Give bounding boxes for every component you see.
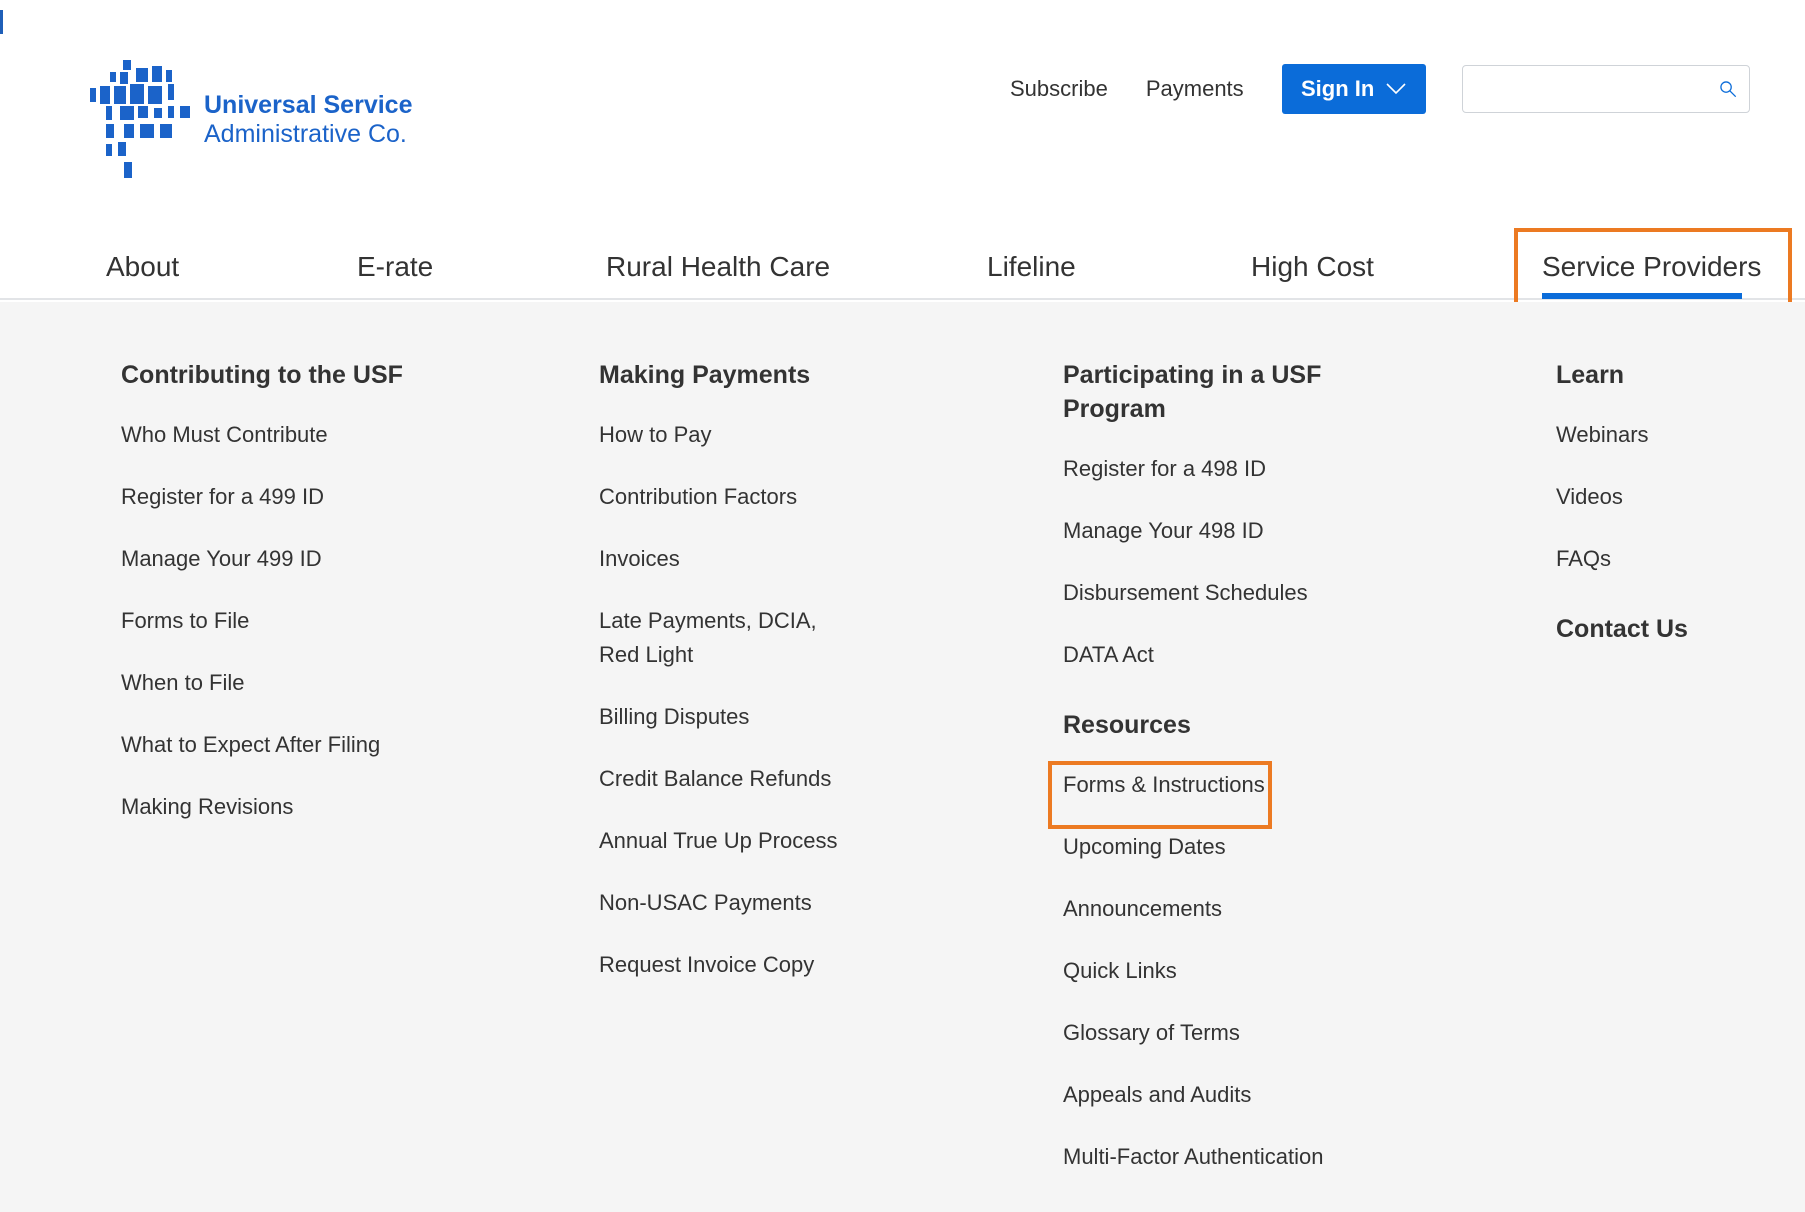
menu-link-disbursement-schedules[interactable]: Disbursement Schedules [1063,576,1353,610]
menu-link-announcements[interactable]: Announcements [1063,892,1353,926]
menu-link-data-act[interactable]: DATA Act [1063,638,1353,672]
menu-link-quick-links[interactable]: Quick Links [1063,954,1353,988]
payments-column: Making Payments How to Pay Contribution … [599,358,859,1010]
logo-text: Universal Service Administrative Co. [204,91,412,149]
sign-in-button[interactable]: Sign In [1281,64,1426,114]
menu-link-making-revisions[interactable]: Making Revisions [121,790,403,824]
nav-high-cost[interactable]: High Cost [1251,251,1374,283]
menu-link-when-to-file[interactable]: When to File [121,666,403,700]
nav-service-providers[interactable]: Service Providers [1542,251,1761,283]
learn-title: Learn [1556,361,1625,389]
menu-link-request-invoice-copy[interactable]: Request Invoice Copy [599,948,859,982]
learn-column: Learn Webinars Videos FAQs Contact Us [1556,358,1688,672]
contributing-column: Contributing to the USF Who Must Contrib… [121,358,403,852]
resources-title: Resources [1063,711,1191,739]
main-nav: About E-rate Rural Health Care Lifeline … [0,225,1805,300]
menu-link-non-usac-payments[interactable]: Non-USAC Payments [599,886,859,920]
menu-link-upcoming-dates[interactable]: Upcoming Dates [1063,830,1353,864]
menu-link-register-498[interactable]: Register for a 498 ID [1063,452,1353,486]
menu-link-faqs[interactable]: FAQs [1556,542,1688,576]
nav-e-rate[interactable]: E-rate [357,251,433,283]
menu-link-manage-499[interactable]: Manage Your 499 ID [121,542,403,576]
logo-line1: Universal Service [204,91,413,119]
sign-in-label: Sign In [1301,76,1375,101]
menu-link-glossary[interactable]: Glossary of Terms [1063,1016,1353,1050]
menu-link-how-to-pay[interactable]: How to Pay [599,418,859,452]
menu-link-what-to-expect[interactable]: What to Expect After Filing [121,728,403,762]
participating-column: Participating in a USF Program Register … [1063,358,1353,1202]
active-nav-underline [1542,293,1742,299]
menu-link-who-must-contribute[interactable]: Who Must Contribute [121,418,403,452]
search-icon[interactable] [1719,75,1737,103]
menu-link-contribution-factors[interactable]: Contribution Factors [599,480,859,514]
search-box [1461,65,1750,113]
subscribe-link[interactable]: Subscribe [1010,76,1108,102]
menu-link-annual-true-up[interactable]: Annual True Up Process [599,824,859,858]
menu-link-credit-balance-refunds[interactable]: Credit Balance Refunds [599,762,859,796]
nav-rural-health-care[interactable]: Rural Health Care [606,251,830,283]
page: Universal Service Administrative Co. Sub… [0,0,1805,1212]
participating-title: Participating in a USF Program [1063,361,1322,423]
logo-line2: Administrative Co. [204,120,407,148]
contact-us-link[interactable]: Contact Us [1556,612,1688,646]
menu-link-mfa[interactable]: Multi-Factor Authentication [1063,1140,1353,1174]
mega-menu: Contributing to the USF Who Must Contrib… [0,302,1805,1212]
nav-lifeline[interactable]: Lifeline [987,251,1076,283]
menu-link-forms-instructions[interactable]: Forms & Instructions [1063,768,1353,802]
payments-link[interactable]: Payments [1146,76,1244,102]
menu-link-invoices[interactable]: Invoices [599,542,859,576]
menu-link-webinars[interactable]: Webinars [1556,418,1688,452]
search-input[interactable] [1462,66,1719,112]
menu-link-forms-to-file[interactable]: Forms to File [121,604,403,638]
contributing-title: Contributing to the USF [121,361,403,389]
usac-logo-icon [90,60,190,178]
menu-link-manage-498[interactable]: Manage Your 498 ID [1063,514,1353,548]
payments-title: Making Payments [599,361,811,389]
nav-about[interactable]: About [106,251,179,283]
usac-logo-link[interactable]: Universal Service Administrative Co. [88,58,412,182]
menu-link-videos[interactable]: Videos [1556,480,1688,514]
menu-link-billing-disputes[interactable]: Billing Disputes [599,700,859,734]
chevron-down-icon [1386,83,1406,95]
menu-link-appeals-audits[interactable]: Appeals and Audits [1063,1078,1353,1112]
menu-link-late-payments[interactable]: Late Payments, DCIA, Red Light [599,604,859,672]
site-header: Universal Service Administrative Co. Sub… [0,0,1805,225]
menu-link-register-499[interactable]: Register for a 499 ID [121,480,403,514]
utility-nav: Subscribe Payments Sign In [1010,64,1750,114]
